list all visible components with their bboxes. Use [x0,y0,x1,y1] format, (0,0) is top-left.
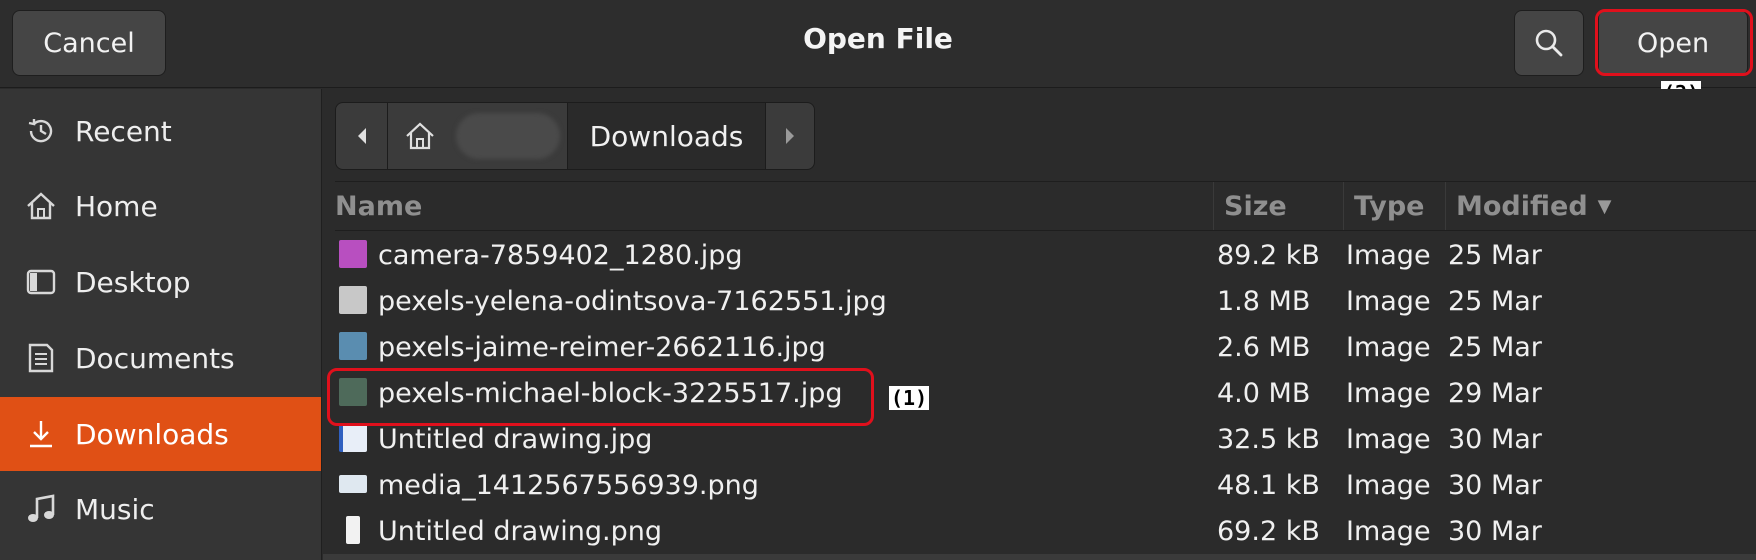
file-row[interactable]: pexels-jaime-reimer-2662116.jpg 2.6 MB I… [335,324,1756,370]
file-modified: 30 Mar [1448,515,1542,547]
download-icon [24,417,58,451]
sidebar-item-music[interactable]: Music [0,472,321,546]
file-size: 1.8 MB [1217,285,1311,317]
search-button[interactable] [1514,10,1584,76]
search-icon [1535,29,1563,57]
file-type: Image [1346,469,1431,501]
sidebar-item-label: Music [75,492,155,526]
file-modified: 25 Mar [1448,285,1542,317]
chevron-left-icon [357,128,366,144]
file-name: media_1412567556939.png [378,469,759,501]
file-row[interactable]: camera-7859402_1280.jpg 89.2 kB Image 25… [335,232,1756,278]
list-bottom-edge [323,554,1756,560]
sidebar-item-label: Downloads [75,417,229,451]
image-thumbnail-icon [339,424,367,452]
home-icon [406,122,434,150]
file-list: Name Size Type Modified ▼ camera-7859402… [335,181,1756,560]
column-header-type[interactable]: Type [1343,182,1445,230]
file-type: Image [1346,423,1431,455]
file-name: Untitled drawing.png [378,515,662,547]
sidebar-item-recent[interactable]: Recent [0,94,321,168]
sort-descending-icon: ▼ [1597,195,1612,217]
file-browser: Downloads Name Size Type Modified ▼ came… [323,89,1756,560]
column-header-modified-label: Modified [1456,190,1588,222]
image-thumbnail-icon [339,378,367,406]
image-thumbnail-icon [346,516,360,544]
file-modified: 29 Mar [1448,377,1542,409]
sidebar-item-label: Desktop [75,265,191,299]
column-header-name[interactable]: Name [335,182,1213,230]
file-name: pexels-michael-block-3225517.jpg [378,377,843,409]
file-size: 89.2 kB [1217,239,1320,271]
image-thumbnail-icon [339,286,367,314]
file-size: 69.2 kB [1217,515,1320,547]
image-thumbnail-icon [339,240,367,268]
file-row[interactable]: Untitled drawing.jpg 32.5 kB Image 30 Ma… [335,416,1756,462]
chevron-right-icon [786,128,794,144]
music-note-icon [24,492,58,526]
path-home-button[interactable] [388,103,568,169]
file-size: 48.1 kB [1217,469,1320,501]
document-icon [24,341,58,375]
file-list-header: Name Size Type Modified ▼ [335,181,1756,231]
column-header-modified[interactable]: Modified ▼ [1445,182,1756,230]
sidebar-item-documents[interactable]: Documents [0,321,321,395]
clock-icon [24,114,58,148]
file-type: Image [1346,331,1431,363]
file-modified: 30 Mar [1448,423,1542,455]
file-type: Image [1346,239,1431,271]
cancel-button[interactable]: Cancel [12,10,166,76]
dialog-title: Open File [803,22,953,55]
file-name: Untitled drawing.jpg [378,423,653,455]
file-modified: 30 Mar [1448,469,1542,501]
path-bar: Downloads [335,102,815,170]
file-type: Image [1346,285,1431,317]
sidebar-item-downloads[interactable]: Downloads [0,397,321,471]
file-type: Image [1346,515,1431,547]
header-bar: Cancel Open File Open [0,0,1756,88]
file-row[interactable]: pexels-michael-block-3225517.jpg 4.0 MB … [335,370,1756,416]
file-row[interactable]: pexels-yelena-odintsova-7162551.jpg 1.8 … [335,278,1756,324]
file-size: 32.5 kB [1217,423,1320,455]
path-forward-button[interactable] [766,103,814,169]
file-size: 2.6 MB [1217,331,1311,363]
open-button[interactable]: Open [1598,10,1748,76]
file-row[interactable]: Untitled drawing.png 69.2 kB Image 30 Ma… [335,508,1756,554]
sidebar-item-label: Documents [75,341,235,375]
file-name: pexels-jaime-reimer-2662116.jpg [378,331,826,363]
sidebar-item-label: Recent [75,114,172,148]
places-sidebar: Recent Home Desktop Documents Downloads … [0,89,322,560]
annotation-marker-1: (1) [889,386,930,410]
file-name: pexels-yelena-odintsova-7162551.jpg [378,285,887,317]
file-modified: 25 Mar [1448,331,1542,363]
file-name: camera-7859402_1280.jpg [378,239,743,271]
sidebar-item-home[interactable]: Home [0,169,321,243]
column-header-size[interactable]: Size [1213,182,1343,230]
home-icon [24,189,58,223]
sidebar-item-label: Home [75,189,158,223]
image-thumbnail-icon [339,475,367,493]
file-type: Image [1346,377,1431,409]
sidebar-item-desktop[interactable]: Desktop [0,245,321,319]
file-modified: 25 Mar [1448,239,1542,271]
desktop-icon [24,265,58,299]
image-thumbnail-icon [339,332,367,360]
path-back-button[interactable] [336,103,388,169]
file-size: 4.0 MB [1217,377,1311,409]
path-current-folder[interactable]: Downloads [568,103,766,169]
file-row[interactable]: media_1412567556939.png 48.1 kB Image 30… [335,462,1756,508]
redacted-username [456,113,560,159]
